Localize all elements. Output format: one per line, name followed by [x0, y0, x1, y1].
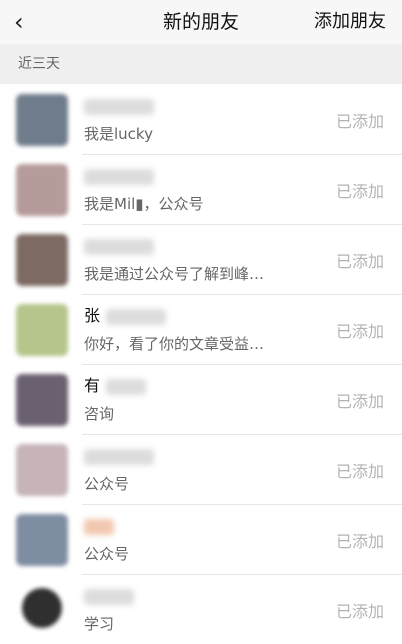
added-status: 已添加: [335, 532, 384, 551]
friend-name: [84, 586, 134, 606]
friend-request-item[interactable]: 我是lucky 已添加: [0, 84, 402, 154]
friend-name: [84, 236, 154, 256]
blurred-name: [84, 238, 154, 255]
friend-requests-list: 我是lucky 已添加 我是Mil▮，公众号 已添加 我是通过公众号了解到峰… …: [0, 84, 402, 644]
avatar: [22, 588, 62, 628]
friend-name: 有: [84, 376, 147, 396]
friend-name: [84, 516, 114, 536]
added-status: 已添加: [335, 252, 384, 271]
friend-message: 你好，看了你的文章受益…: [84, 335, 265, 353]
blurred-name: [84, 168, 154, 185]
blurred-name: [84, 588, 134, 605]
added-status: 已添加: [335, 182, 384, 201]
avatar: [16, 374, 68, 426]
avatar: [16, 234, 68, 286]
friend-name: [84, 96, 154, 116]
friend-message: 我是Mil▮，公众号: [84, 195, 204, 213]
friend-message: 公众号: [84, 475, 130, 493]
friend-request-item[interactable]: 我是通过公众号了解到峰… 已添加: [0, 224, 402, 294]
added-status: 已添加: [335, 602, 384, 621]
added-status: 已添加: [335, 322, 384, 341]
blurred-name: [106, 308, 167, 325]
avatar: [16, 164, 68, 216]
section-header-recent: 近三天: [0, 44, 402, 84]
blurred-name: [84, 98, 154, 115]
friend-name: [84, 446, 154, 466]
friend-message: 公众号: [84, 545, 130, 563]
friend-request-item[interactable]: 有 咨询 已添加: [0, 364, 402, 434]
friend-message: 我是通过公众号了解到峰…: [84, 265, 265, 283]
friend-request-item[interactable]: 公众号 已添加: [0, 504, 402, 574]
blurred-name: [84, 448, 154, 465]
nav-bar: ‹ 新的朋友 添加朋友: [0, 0, 402, 44]
avatar: [16, 304, 68, 356]
add-friend-button[interactable]: 添加朋友: [314, 0, 386, 44]
added-status: 已添加: [335, 392, 384, 411]
avatar: [16, 514, 68, 566]
added-status: 已添加: [335, 462, 384, 481]
friend-name: 张: [84, 306, 167, 326]
friend-request-item[interactable]: 张 你好，看了你的文章受益… 已添加: [0, 294, 402, 364]
friend-message: 我是lucky: [84, 125, 153, 143]
friend-name: [84, 166, 154, 186]
friend-message: 咨询: [84, 405, 115, 423]
avatar: [16, 444, 68, 496]
friend-request-item[interactable]: 公众号 已添加: [0, 434, 402, 504]
blurred-name: [106, 378, 147, 395]
friend-request-item[interactable]: 学习 已添加: [0, 574, 402, 644]
added-status: 已添加: [335, 112, 384, 131]
blurred-name: [84, 518, 114, 535]
friend-request-item[interactable]: 我是Mil▮，公众号 已添加: [0, 154, 402, 224]
avatar: [16, 94, 68, 146]
